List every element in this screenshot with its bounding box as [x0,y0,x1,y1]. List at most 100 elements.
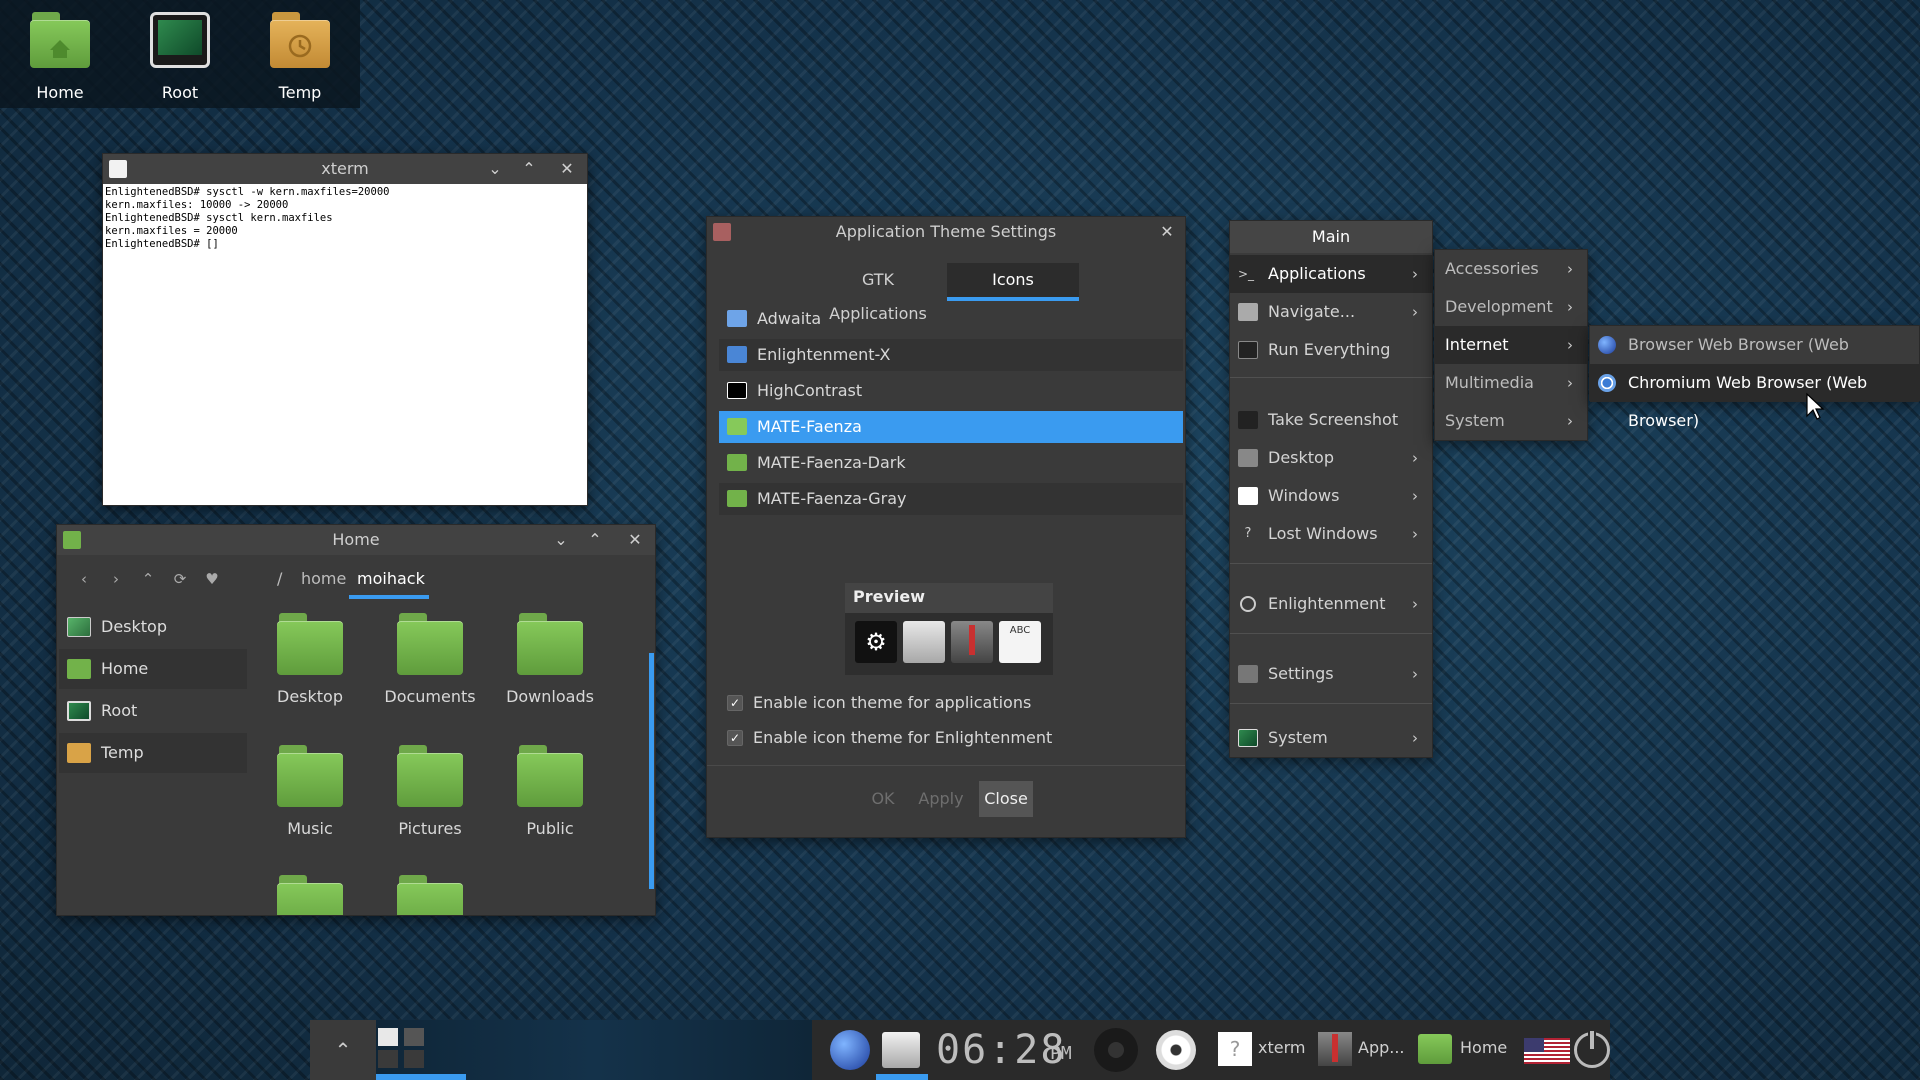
disc-icon[interactable] [1156,1030,1196,1070]
chevron-right-icon: › [1412,525,1418,543]
enable-apps-checkbox[interactable]: ✓ [727,695,743,711]
folder-item-partial[interactable] [375,875,485,915]
close-icon[interactable]: ✕ [621,525,649,555]
file-manager-titlebar[interactable]: Home ⌄ ⌃ ✕ [57,525,655,555]
camera-icon [1238,411,1258,429]
menu-item-settings[interactable]: Settings › [1230,655,1432,693]
chevron-up-icon[interactable]: ⌃ [581,525,609,555]
theme-settings-title: Application Theme Settings [835,222,1057,241]
back-icon[interactable]: ‹ [73,569,95,589]
menu-item-enlightenment[interactable]: Enlightenment › [1230,585,1432,623]
folder-item[interactable]: Desktop [255,613,365,706]
us-flag-icon[interactable] [1524,1038,1570,1064]
submenu-item-system[interactable]: System › [1435,402,1587,440]
task-home[interactable]: Home [1418,1030,1514,1070]
close-icon[interactable]: ✕ [553,154,581,184]
theme-item[interactable]: Enlightenment-X [719,339,1183,371]
folder-item[interactable]: Documents [375,613,485,706]
record-icon[interactable] [1094,1028,1138,1072]
gear-icon: ⚙ [855,621,897,663]
breadcrumb-root[interactable]: / [277,565,282,593]
chevron-up-icon[interactable]: ⌃ [515,154,543,184]
menu-item-run-everything[interactable]: Run Everything [1230,331,1432,369]
desktop-grid-icon [1238,449,1258,467]
folder-item[interactable]: Music [255,745,365,838]
home-folder-icon [30,12,90,68]
close-button[interactable]: Close [979,781,1033,817]
menu-item-navigate[interactable]: Navigate... › [1230,293,1432,331]
up-icon[interactable]: ⌃ [137,569,159,589]
folder-icon [727,382,747,399]
submenu-item-accessories[interactable]: Accessories › [1435,250,1587,288]
pager-desk-2[interactable] [404,1028,424,1046]
menu-item-desktop[interactable]: Desktop › [1230,439,1432,477]
chevron-right-icon: › [1412,729,1418,747]
chevron-down-icon[interactable]: ⌄ [547,525,575,555]
theme-item[interactable]: MATE-Faenza-Dark [719,447,1183,479]
chevron-right-icon: › [1412,449,1418,467]
breadcrumb-home[interactable]: home [301,565,346,593]
task-xterm[interactable]: ? xterm [1218,1030,1308,1070]
theme-item[interactable]: Adwaita [719,303,1183,335]
scrollbar[interactable] [649,653,654,889]
submenu-item-browser[interactable]: Browser Web Browser (Web Browser) [1590,326,1919,392]
pager-desk-3[interactable] [378,1050,398,1068]
shelf-up-button[interactable]: ⌃ [310,1020,376,1080]
chevron-down-icon[interactable]: ⌄ [481,154,509,184]
task-app-theme[interactable]: App... [1318,1030,1408,1070]
theme-settings-titlebar[interactable]: Application Theme Settings ✕ [707,217,1185,247]
xterm-titlebar[interactable]: xterm ⌄ ⌃ ✕ [103,154,587,184]
refresh-icon[interactable]: ⟳ [169,569,191,589]
tab-icons[interactable]: Icons [947,263,1079,297]
desktop-pager[interactable] [376,1020,812,1080]
forward-icon[interactable]: › [105,569,127,589]
ok-button[interactable]: OK [861,781,905,817]
enable-enlightenment-checkbox[interactable]: ✓ [727,730,743,746]
sidebar-item-root[interactable]: Root [59,691,247,731]
sidebar-item-home[interactable]: Home [59,649,247,689]
menu-item-label: Run Everything [1268,340,1391,359]
folder-icon [277,613,343,675]
preview-abc-label: ABC [1009,625,1031,636]
folder-item[interactable]: Pictures [375,745,485,838]
menu-item-take-screenshot[interactable]: Take Screenshot [1230,401,1432,439]
close-icon[interactable]: ✕ [1153,217,1181,247]
submenu-item-multimedia[interactable]: Multimedia › [1435,364,1587,402]
power-icon[interactable] [1574,1029,1610,1068]
terminal-output[interactable]: EnlightenedBSD# sysctl -w kern.maxfiles=… [103,184,587,505]
file-manager-icon[interactable] [882,1032,920,1068]
sidebar-item-temp[interactable]: Temp [59,733,247,773]
menu-item-applications[interactable]: >_ Applications › [1230,255,1432,293]
breadcrumb-moihack[interactable]: moihack [357,565,425,593]
folder-label: Documents [384,687,476,706]
folder-item[interactable]: Public [495,745,605,838]
submenu-item-chromium[interactable]: Chromium Web Browser (Web Browser) [1590,364,1919,430]
apply-button[interactable]: Apply [911,781,971,817]
pager-desk-1[interactable] [378,1028,398,1046]
menu-item-lost-windows[interactable]: ? Lost Windows › [1230,515,1432,553]
desktop-icon-label: Home [36,83,84,102]
submenu-item-internet[interactable]: Internet › [1435,326,1587,364]
theme-item[interactable]: MATE-Faenza-Gray [719,483,1183,515]
theme-item-selected[interactable]: MATE-Faenza [719,411,1183,443]
folder-item[interactable]: Downloads [495,613,605,706]
menu-item-label: System [1268,728,1328,747]
folder-label: Pictures [398,819,462,838]
menu-item-windows[interactable]: Windows › [1230,477,1432,515]
folder-item-partial[interactable] [255,875,365,915]
submenu-item-development[interactable]: Development › [1435,288,1587,326]
chromium-icon [1598,374,1616,392]
sidebar-item-label: Home [101,659,149,678]
desktop-icon-temp[interactable]: Temp [240,0,360,108]
tab-gtk-applications[interactable]: GTK Applications [813,263,943,323]
desktop-icon-home[interactable]: Home [0,0,120,108]
folder-icon [277,745,343,807]
globe-icon[interactable] [830,1030,870,1070]
pager-desk-4[interactable] [404,1050,424,1068]
sidebar-item-desktop[interactable]: Desktop [59,607,247,647]
theme-item[interactable]: HighContrast [719,375,1183,407]
clock-time[interactable]: 06:28 [936,1026,1066,1074]
menu-item-system[interactable]: System › [1230,719,1432,757]
desktop-icon-root[interactable]: Root [120,0,240,108]
favorite-heart-icon[interactable]: ♥ [201,569,223,589]
